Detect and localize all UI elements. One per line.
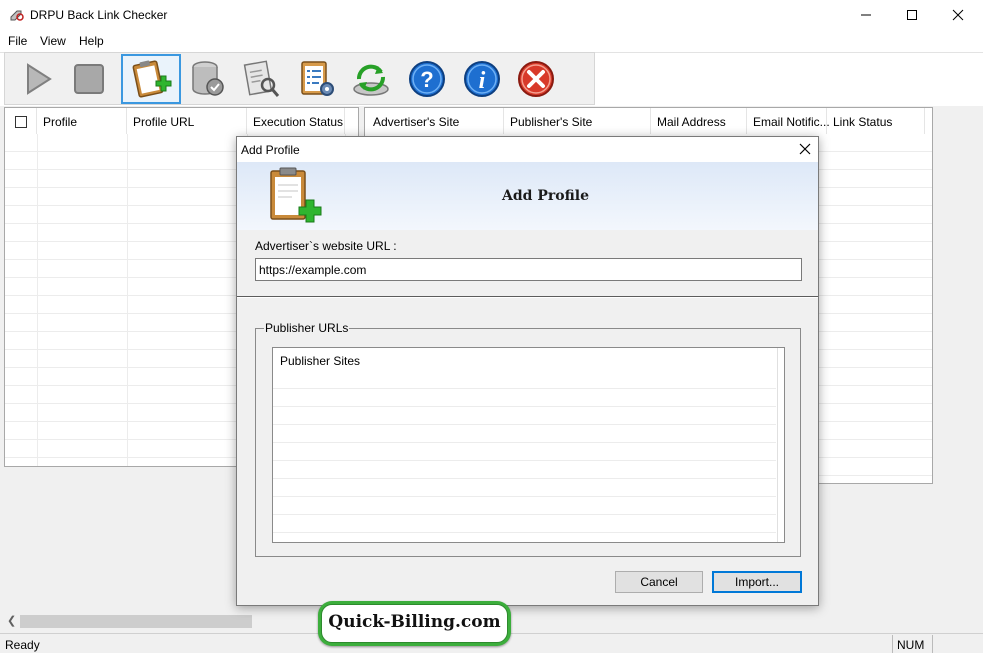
dialog-title-bar: Add Profile bbox=[237, 137, 818, 162]
maximize-icon bbox=[907, 10, 917, 20]
settings-checklist-icon bbox=[301, 61, 334, 96]
menu-help[interactable]: Help bbox=[79, 34, 104, 48]
stop-icon bbox=[74, 64, 104, 94]
menu-view[interactable]: View bbox=[40, 34, 66, 48]
horizontal-scrollbar[interactable]: ❮ bbox=[4, 612, 364, 630]
import-button[interactable]: Import... bbox=[712, 571, 802, 593]
select-all-checkbox[interactable] bbox=[15, 116, 27, 128]
dialog-title: Add Profile bbox=[241, 143, 300, 157]
column-execution-status[interactable]: Execution Status bbox=[247, 108, 345, 134]
database-button[interactable] bbox=[177, 54, 237, 104]
select-all-column bbox=[5, 108, 37, 134]
start-button[interactable] bbox=[7, 54, 67, 104]
stop-button[interactable] bbox=[59, 54, 119, 104]
add-profile-button[interactable] bbox=[121, 54, 181, 104]
settings-button[interactable] bbox=[287, 54, 347, 104]
refresh-button[interactable] bbox=[341, 54, 401, 104]
column-mail-address[interactable]: Mail Address bbox=[651, 108, 747, 134]
help-icon: ? bbox=[409, 61, 445, 97]
publisher-sites-rows bbox=[273, 371, 776, 542]
help-button[interactable]: ? bbox=[397, 54, 457, 104]
dialog-separator bbox=[237, 296, 818, 298]
play-icon bbox=[27, 63, 52, 95]
menu-bar: File View Help bbox=[0, 30, 983, 52]
profile-list-header: Profile Profile URL Execution Status bbox=[5, 108, 358, 134]
scrollbar-thumb[interactable] bbox=[20, 615, 252, 628]
window-title: DRPU Back Link Checker bbox=[30, 8, 168, 22]
title-bar: DRPU Back Link Checker bbox=[0, 0, 983, 30]
watermark-badge: Quick-Billing.com bbox=[318, 601, 511, 646]
exit-icon bbox=[518, 61, 554, 97]
cancel-button[interactable]: Cancel bbox=[615, 571, 703, 593]
status-cell bbox=[932, 635, 982, 653]
menu-file[interactable]: File bbox=[8, 34, 27, 48]
publisher-sites-list[interactable]: Publisher Sites bbox=[272, 347, 785, 543]
svg-text:?: ? bbox=[420, 67, 433, 92]
minimize-button[interactable] bbox=[843, 0, 889, 30]
publisher-sites-header: Publisher Sites bbox=[280, 354, 361, 368]
publisher-urls-label: Publisher URLs bbox=[264, 321, 350, 335]
report-button[interactable] bbox=[231, 54, 291, 104]
column-email-notification[interactable]: Email Notific... bbox=[747, 108, 830, 134]
database-icon bbox=[192, 61, 224, 96]
num-lock-indicator: NUM bbox=[892, 635, 932, 653]
close-button[interactable] bbox=[935, 0, 981, 30]
report-icon bbox=[243, 60, 280, 97]
app-logo-icon bbox=[10, 10, 24, 21]
add-profile-icon bbox=[132, 60, 172, 98]
close-icon bbox=[952, 9, 964, 21]
info-button[interactable]: i bbox=[452, 54, 512, 104]
column-publishers-site[interactable]: Publisher's Site bbox=[504, 108, 651, 134]
maximize-button[interactable] bbox=[889, 0, 935, 30]
column-advertisers-site[interactable]: Advertiser's Site bbox=[367, 108, 504, 134]
advertiser-url-label: Advertiser`s website URL : bbox=[255, 239, 397, 253]
watermark-text: Quick-Billing.com bbox=[321, 604, 508, 643]
dialog-heading: Add Profile bbox=[502, 188, 589, 204]
toolbar: ? i bbox=[4, 52, 595, 105]
minimize-icon bbox=[861, 14, 871, 16]
column-link-status[interactable]: Link Status bbox=[827, 108, 925, 134]
column-profile[interactable]: Profile bbox=[37, 108, 127, 134]
scroll-left-icon[interactable]: ❮ bbox=[7, 614, 16, 627]
svg-text:i: i bbox=[479, 68, 486, 94]
results-list-header: Advertiser's Site Publisher's Site Mail … bbox=[365, 108, 932, 134]
exit-button[interactable] bbox=[506, 54, 566, 104]
advertiser-url-input[interactable] bbox=[255, 258, 802, 281]
dialog-close-icon[interactable] bbox=[798, 142, 812, 156]
dialog-header: Add Profile bbox=[237, 162, 818, 230]
publisher-urls-group: Publisher URLs Publisher Sites bbox=[255, 321, 801, 557]
column-profile-url[interactable]: Profile URL bbox=[127, 108, 247, 134]
add-profile-dialog: Add Profile Add Profile Advertiser`s web… bbox=[236, 136, 819, 606]
refresh-icon bbox=[353, 64, 389, 96]
info-icon: i bbox=[464, 61, 500, 97]
status-text: Ready bbox=[5, 638, 40, 652]
